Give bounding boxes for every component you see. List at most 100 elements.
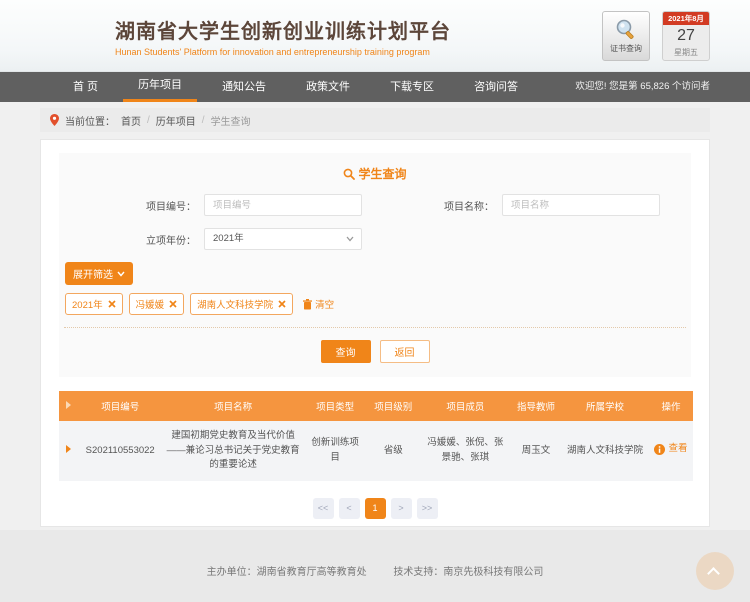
content-card: 学生查询 项目编号： 项目名称： 立项年份： 2021年 <box>40 139 710 527</box>
nav-item-qa[interactable]: 咨询问答 <box>459 72 533 102</box>
cell-school: 湖南人文科技学院 <box>561 421 649 481</box>
project-year-label: 立项年份： <box>59 232 204 247</box>
breadcrumb-separator: / <box>147 115 150 126</box>
remove-tag-icon[interactable] <box>169 300 177 308</box>
filter-tag-label: 冯媛媛 <box>136 297 165 311</box>
search-panel-title: 学生查询 <box>59 165 691 182</box>
site-header: 湖南省大学生创新创业训练计划平台 Hunan Students' Platfor… <box>0 0 750 72</box>
query-button[interactable]: 查询 <box>321 340 371 363</box>
filter-tag-year: 2021年 <box>65 293 123 315</box>
main-nav: 首 页 历年项目 通知公告 政策文件 下载专区 咨询问答 欢迎您! 您是第 65… <box>0 72 750 102</box>
clear-filters-label: 清空 <box>315 297 334 311</box>
form-actions: 查询 返回 <box>59 340 691 363</box>
cell-project-level: 省级 <box>367 421 420 481</box>
trash-icon <box>303 299 312 310</box>
nav-item-policy-files[interactable]: 政策文件 <box>291 72 365 102</box>
nav-item-past-projects[interactable]: 历年项目 <box>123 72 197 102</box>
breadcrumb-home[interactable]: 首页 <box>121 113 141 128</box>
project-code-group: 项目编号： <box>59 194 362 216</box>
breadcrumb-current: 学生查询 <box>211 113 251 128</box>
breadcrumb-section[interactable]: 历年项目 <box>156 113 196 128</box>
project-year-group: 立项年份： 2021年 <box>59 228 362 250</box>
nav-item-home[interactable]: 首 页 <box>58 72 113 102</box>
view-button-label: 查看 <box>668 442 687 457</box>
footer-text: 主办单位：湖南省教育厅高等教育处 技术支持：南京先极科技有限公司 <box>0 530 750 578</box>
visitor-count-text: 欢迎您! 您是第 65,826 个访问者 <box>575 72 710 102</box>
back-to-top-button[interactable] <box>696 552 734 590</box>
table-row: S202110553022 建国初期党史教育及当代价值——兼论习总书记关于党史教… <box>59 421 693 481</box>
year-select[interactable]: 2021年 <box>204 228 362 250</box>
project-code-input[interactable] <box>204 194 362 216</box>
expand-filter-button[interactable]: 展开筛选 <box>65 262 133 285</box>
col-header-type: 项目类型 <box>304 391 367 421</box>
header-expand-icon <box>59 391 78 421</box>
page-root: 湖南省大学生创新创业训练计划平台 Hunan Students' Platfor… <box>0 0 750 602</box>
clear-filters-button[interactable]: 清空 <box>303 297 334 311</box>
expand-filter-label: 展开筛选 <box>73 266 113 281</box>
pagination-next-button[interactable]: > <box>391 498 412 519</box>
results-table: 项目编号 项目名称 项目类型 项目级别 项目成员 指导教师 所属学校 操作 S2… <box>59 391 693 481</box>
remove-tag-icon[interactable] <box>108 300 116 308</box>
form-row-1: 项目编号： 项目名称： <box>59 194 691 216</box>
project-name-label: 项目名称： <box>362 198 502 213</box>
cell-project-name: 建国初期党史教育及当代价值——兼论习总书记关于党史教育的重要论述 <box>163 421 304 481</box>
table-header-row: 项目编号 项目名称 项目类型 项目级别 项目成员 指导教师 所属学校 操作 <box>59 391 693 421</box>
col-header-school: 所属学校 <box>561 391 649 421</box>
search-title-text: 学生查询 <box>358 167 406 181</box>
header-widgets: 证书查询 2021年8月 27 星期五 <box>602 11 710 61</box>
nav-item-downloads[interactable]: 下载专区 <box>375 72 449 102</box>
info-circle-icon <box>654 444 665 455</box>
pagination-first-button[interactable]: << <box>313 498 334 519</box>
certificate-query-button[interactable]: 证书查询 <box>602 11 650 61</box>
magnifier-icon <box>614 18 638 42</box>
project-code-label: 项目编号： <box>59 198 204 213</box>
site-footer: 主办单位：湖南省教育厅高等教育处 技术支持：南京先极科技有限公司 <box>0 530 750 602</box>
col-header-action: 操作 <box>649 391 693 421</box>
calendar-widget: 2021年8月 27 星期五 <box>662 11 710 61</box>
chevron-down-icon <box>117 271 125 277</box>
pagination-prev-button[interactable]: < <box>339 498 360 519</box>
cell-project-type: 创新训练项目 <box>304 421 367 481</box>
filter-tags-row: 2021年 冯媛媛 湖南人文科技学院 <box>65 293 691 315</box>
filter-tag-school: 湖南人文科技学院 <box>190 293 293 315</box>
project-name-group: 项目名称： <box>362 194 660 216</box>
breadcrumb: 当前位置： 首页 / 历年项目 / 学生查询 <box>40 108 710 132</box>
footer-tech: 技术支持：南京先极科技有限公司 <box>393 567 543 578</box>
triangle-right-icon <box>66 401 71 409</box>
chevron-down-icon <box>346 236 354 242</box>
footer-host: 主办单位：湖南省教育厅高等教育处 <box>207 567 367 578</box>
filter-tag-label: 2021年 <box>72 297 103 311</box>
row-expand-icon[interactable] <box>66 445 71 453</box>
cell-project-members: 冯媛媛、张倪、张景驰、张琪 <box>420 421 511 481</box>
remove-tag-icon[interactable] <box>278 300 286 308</box>
col-header-name: 项目名称 <box>163 391 304 421</box>
pagination-last-button[interactable]: >> <box>417 498 438 519</box>
dotted-divider <box>64 327 686 328</box>
search-panel: 学生查询 项目编号： 项目名称： 立项年份： 2021年 <box>59 153 691 377</box>
pagination-page-1[interactable]: 1 <box>365 498 386 519</box>
page-subtitle: Hunan Students' Platform for innovation … <box>115 47 602 57</box>
calendar-month: 2021年8月 <box>663 12 709 25</box>
calendar-weekday: 星期五 <box>663 47 709 59</box>
location-pin-icon <box>50 114 59 126</box>
breadcrumb-separator: / <box>202 115 205 126</box>
project-name-input[interactable] <box>502 194 660 216</box>
col-header-level: 项目级别 <box>367 391 420 421</box>
view-button[interactable]: 查看 <box>654 442 687 457</box>
pagination: << < 1 > >> <box>41 498 709 519</box>
col-header-teacher: 指导教师 <box>511 391 561 421</box>
cell-teacher: 周玉文 <box>511 421 561 481</box>
nav-item-announcements[interactable]: 通知公告 <box>207 72 281 102</box>
page-title: 湖南省大学生创新创业训练计划平台 <box>115 15 602 44</box>
search-icon <box>343 168 355 180</box>
year-select-value: 2021年 <box>213 233 244 244</box>
certificate-query-label: 证书查询 <box>610 43 642 54</box>
col-header-code: 项目编号 <box>78 391 163 421</box>
filter-tag-student: 冯媛媛 <box>129 293 185 315</box>
cell-project-code: S202110553022 <box>78 421 163 481</box>
breadcrumb-label: 当前位置： <box>65 113 115 128</box>
chevron-up-icon <box>707 567 720 580</box>
form-row-2: 立项年份： 2021年 <box>59 228 691 250</box>
brand: 湖南省大学生创新创业训练计划平台 Hunan Students' Platfor… <box>115 15 602 57</box>
back-button[interactable]: 返回 <box>380 340 430 363</box>
